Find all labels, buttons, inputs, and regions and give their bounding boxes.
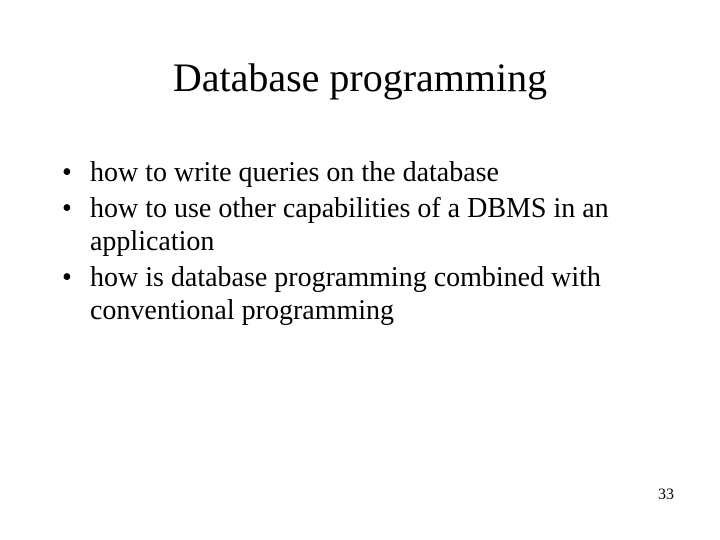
list-item: how is database programming combined wit…: [58, 261, 670, 328]
list-item: how to write queries on the database: [58, 156, 670, 190]
page-number: 33: [658, 486, 674, 504]
slide: Database programming how to write querie…: [0, 0, 720, 540]
bullet-list: how to write queries on the database how…: [58, 156, 670, 328]
slide-title: Database programming: [0, 54, 720, 101]
slide-body: how to write queries on the database how…: [58, 156, 670, 330]
list-item: how to use other capabilities of a DBMS …: [58, 192, 670, 259]
